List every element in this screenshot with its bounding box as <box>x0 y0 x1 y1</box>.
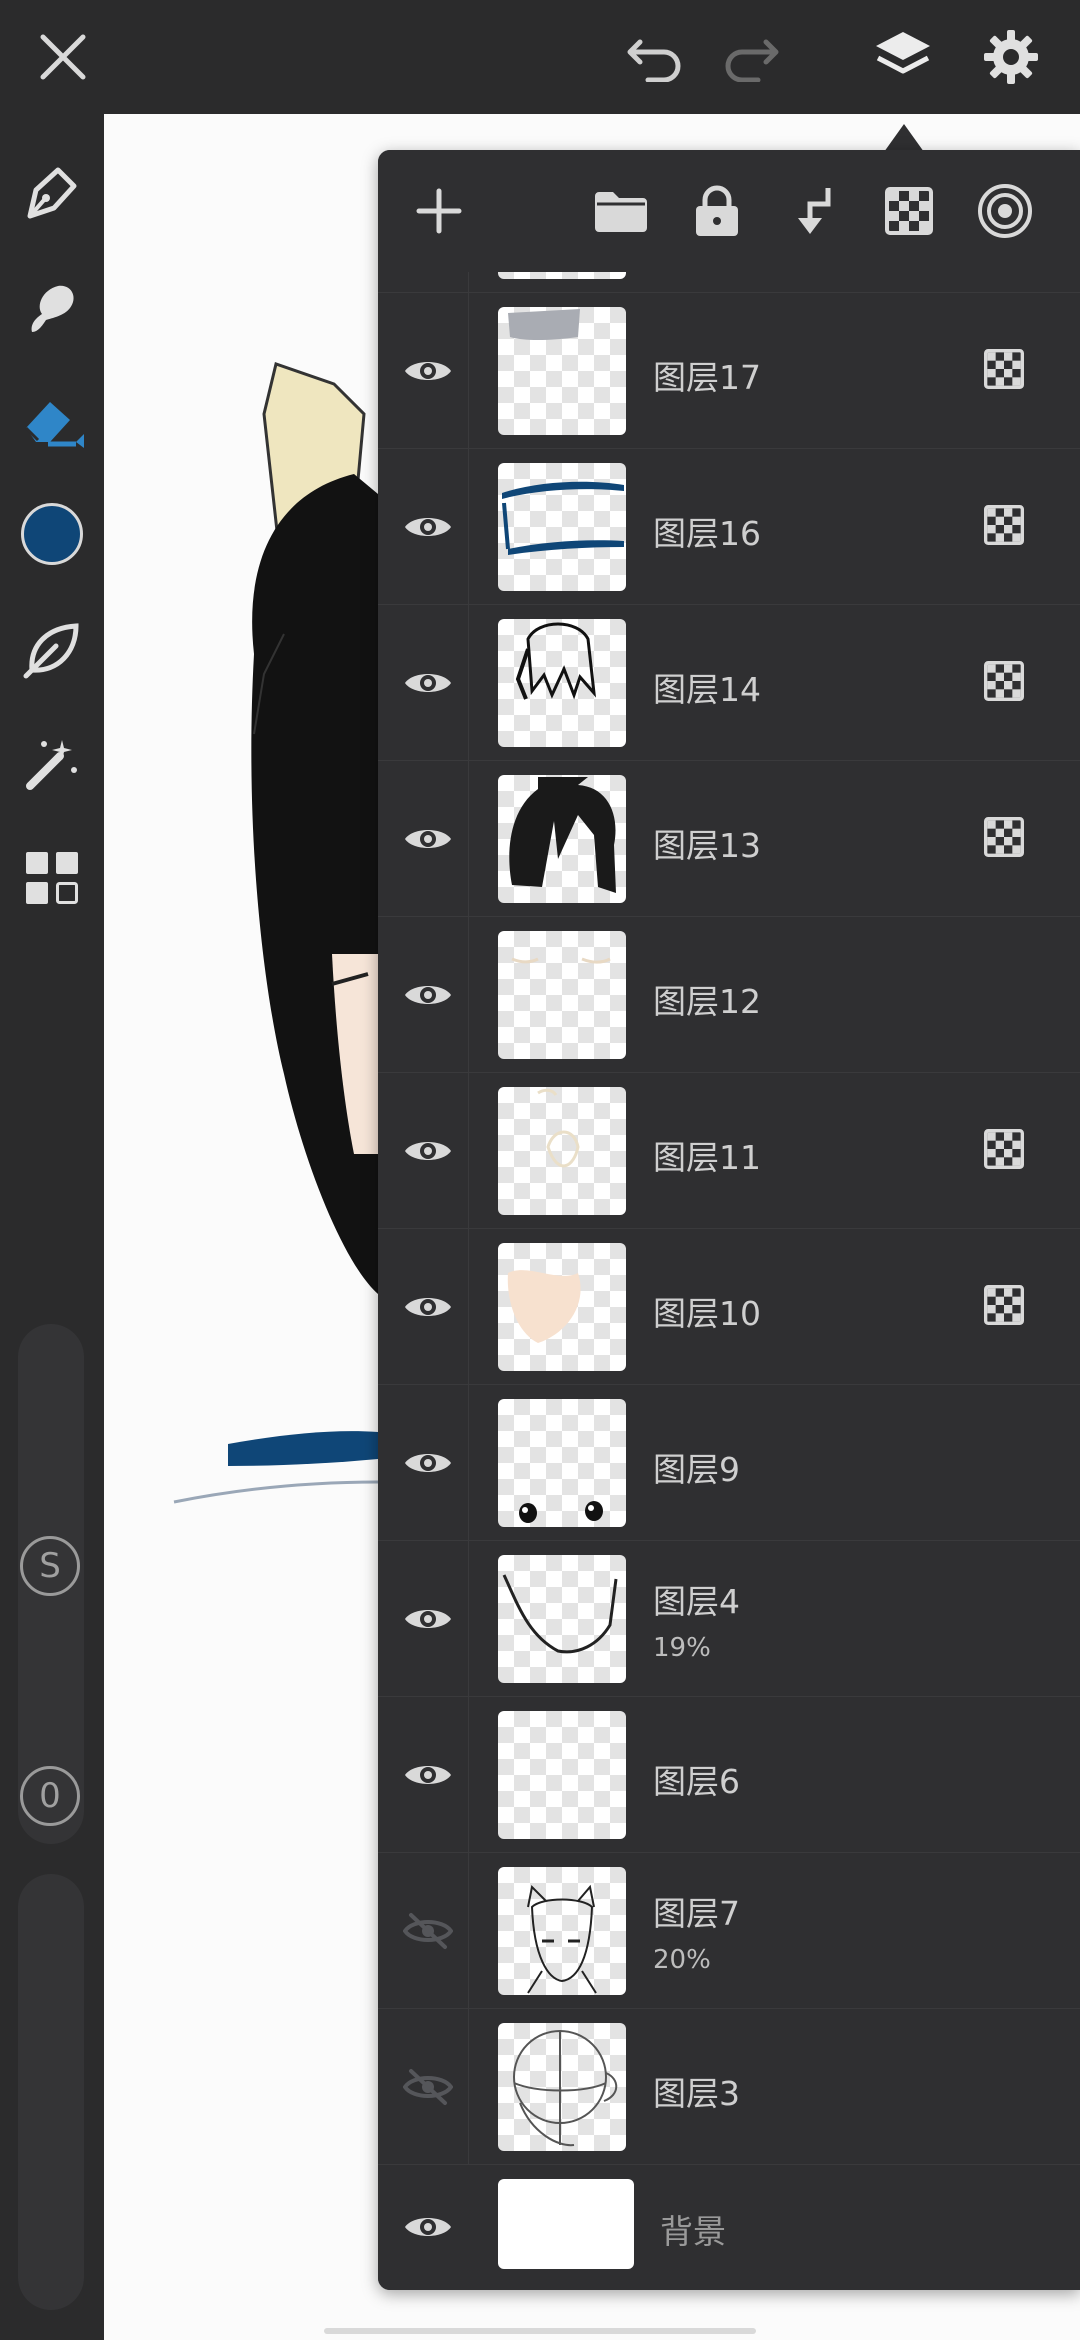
left-toolbar: S 0 <box>0 114 104 2340</box>
eye-off-icon[interactable] <box>392 2051 464 2123</box>
close-icon[interactable] <box>28 22 98 92</box>
layer-name: 图层13 <box>653 826 761 865</box>
layers-toolbar <box>378 150 1080 272</box>
color-swatch[interactable] <box>12 494 92 574</box>
brush-size-label: S <box>20 1536 80 1596</box>
home-indicator <box>324 2328 756 2334</box>
gear-icon[interactable] <box>976 22 1046 92</box>
layer-thumbnail <box>498 1711 626 1839</box>
layer-row[interactable]: 图层12 <box>378 916 1080 1073</box>
layer-thumbnail <box>498 931 626 1059</box>
layer-name: 图层6 <box>653 1762 740 1801</box>
merge-down-icon[interactable] <box>780 178 846 244</box>
magic-wand-icon[interactable] <box>12 724 92 804</box>
eye-icon[interactable] <box>392 1739 464 1811</box>
layer-row-partial[interactable] <box>378 272 1080 293</box>
layer-thumbnail <box>498 2023 626 2151</box>
eraser-icon[interactable] <box>12 382 92 462</box>
layer-thumbnail <box>498 619 626 747</box>
layer-thumbnail <box>498 272 626 279</box>
layer-row[interactable]: 图层17 <box>378 292 1080 449</box>
layer-name: 图层14 <box>653 670 761 709</box>
panel-pointer <box>884 124 924 152</box>
pen-icon[interactable] <box>12 152 92 232</box>
layer-opacity: 19% <box>653 1633 711 1663</box>
layers-icon[interactable] <box>868 22 938 92</box>
alpha-lock-icon[interactable] <box>984 817 1024 857</box>
layer-row[interactable]: 图层9 <box>378 1384 1080 1541</box>
layer-thumbnail <box>498 307 626 435</box>
layer-row[interactable]: 图层10 <box>378 1228 1080 1385</box>
add-icon[interactable] <box>406 178 472 244</box>
leaf-shape-icon[interactable] <box>12 610 92 690</box>
eye-icon[interactable] <box>392 1427 464 1499</box>
opacity-slider[interactable] <box>18 1874 84 2310</box>
layer-name: 图层7 <box>653 1894 740 1933</box>
layer-row[interactable]: 图层16 <box>378 448 1080 605</box>
smudge-icon[interactable] <box>12 268 92 348</box>
layer-name: 图层3 <box>653 2074 740 2113</box>
layer-row[interactable]: 图层7 20% <box>378 1852 1080 2009</box>
layer-row[interactable]: 图层13 <box>378 760 1080 917</box>
layer-name: 图层16 <box>653 514 761 553</box>
layer-thumbnail <box>498 775 626 903</box>
grid-icon[interactable] <box>12 838 92 918</box>
layer-thumbnail <box>498 1243 626 1371</box>
alpha-lock-icon[interactable] <box>984 661 1024 701</box>
blend-mode-icon[interactable] <box>972 178 1038 244</box>
eye-icon[interactable] <box>392 491 464 563</box>
layers-panel: 图层17 图层16 图层14 图层13 图层12 图层11 图层10 图层9 图… <box>378 150 1080 2290</box>
alpha-lock-icon[interactable] <box>984 505 1024 545</box>
alpha-lock-icon[interactable] <box>984 349 1024 389</box>
background-thumbnail <box>498 2179 634 2269</box>
layer-name: 图层12 <box>653 982 761 1021</box>
layer-name: 图层11 <box>653 1138 761 1177</box>
layer-thumbnail <box>498 1087 626 1215</box>
eye-icon[interactable] <box>392 647 464 719</box>
layer-thumbnail <box>498 1867 626 1995</box>
eye-off-icon[interactable] <box>392 1895 464 1967</box>
layer-name: 图层4 <box>653 1582 740 1621</box>
layer-row[interactable]: 图层11 <box>378 1072 1080 1229</box>
layer-name: 图层9 <box>653 1450 740 1489</box>
eye-icon[interactable] <box>392 959 464 1031</box>
eye-icon[interactable] <box>392 335 464 407</box>
alpha-lock-icon[interactable] <box>876 178 942 244</box>
lock-icon[interactable] <box>684 178 750 244</box>
layer-name: 图层10 <box>653 1294 761 1333</box>
layer-row[interactable]: 图层3 <box>378 2008 1080 2165</box>
eye-icon[interactable] <box>392 1583 464 1655</box>
alpha-lock-icon[interactable] <box>984 1285 1024 1325</box>
eye-icon[interactable] <box>392 2191 464 2263</box>
layer-name: 图层17 <box>653 358 761 397</box>
eye-icon[interactable] <box>392 803 464 875</box>
opacity-label: 0 <box>20 1766 80 1826</box>
undo-icon[interactable] <box>620 22 690 92</box>
layer-row[interactable]: 图层4 19% <box>378 1540 1080 1697</box>
layer-row[interactable]: 图层6 <box>378 1696 1080 1853</box>
background-layer-row[interactable]: 背景 <box>378 2164 1080 2290</box>
alpha-lock-icon[interactable] <box>984 1129 1024 1169</box>
layer-list[interactable]: 图层17 图层16 图层14 图层13 图层12 图层11 图层10 图层9 图… <box>378 272 1080 2290</box>
top-bar <box>0 0 1080 114</box>
folder-icon[interactable] <box>588 178 654 244</box>
layer-thumbnail <box>498 463 626 591</box>
eye-icon[interactable] <box>392 1115 464 1187</box>
layer-row[interactable]: 图层14 <box>378 604 1080 761</box>
redo-icon[interactable] <box>716 22 786 92</box>
layer-opacity: 20% <box>653 1945 711 1975</box>
layer-thumbnail <box>498 1555 626 1683</box>
layer-thumbnail <box>498 1399 626 1527</box>
layer-name: 背景 <box>660 2212 726 2251</box>
eye-icon[interactable] <box>392 1271 464 1343</box>
